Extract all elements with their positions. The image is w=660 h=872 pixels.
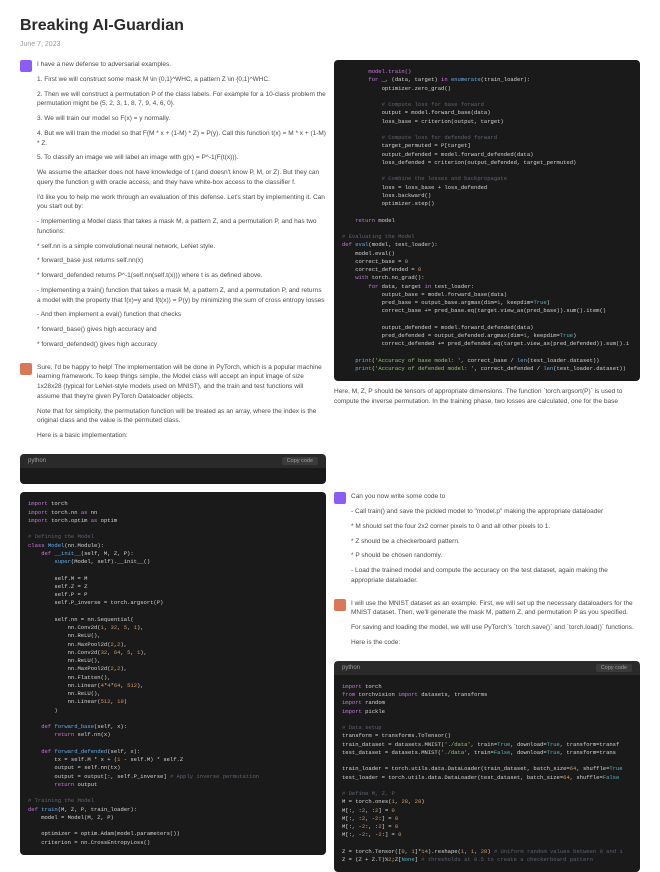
code-block-empty (20, 468, 326, 484)
assistant-message-1: Sure, I'd be happy to help! The implemen… (37, 363, 326, 446)
avatar-assistant (20, 363, 32, 375)
code-description: Here, M, Z, P should be tensors of appro… (334, 387, 640, 407)
page-date: June 7, 2023 (20, 40, 640, 50)
code-block-1: model.train() for _, (data, target) in e… (334, 60, 640, 381)
copy-button[interactable]: Copy code (282, 457, 318, 465)
user-message-1: I have a new defense to adversarial exam… (37, 60, 326, 355)
code-block-2: import torch import torch.nn as nn impor… (20, 492, 326, 855)
code-header: python Copy code (20, 454, 326, 468)
code-lang: python (28, 457, 46, 465)
page-title: Breaking AI-Guardian (20, 15, 640, 37)
code-lang: python (342, 664, 360, 672)
code-block-3: import torch from torchvision import dat… (334, 675, 640, 872)
avatar-user (334, 492, 346, 504)
copy-button[interactable]: Copy code (596, 664, 632, 672)
avatar-user (20, 60, 32, 72)
avatar-assistant (334, 599, 346, 611)
code-header-2: python Copy code (334, 661, 640, 675)
user-message-2: Can you now write some code to - Call tr… (351, 492, 640, 590)
assistant-message-2: I will use the MNIST dataset as an examp… (351, 599, 640, 653)
